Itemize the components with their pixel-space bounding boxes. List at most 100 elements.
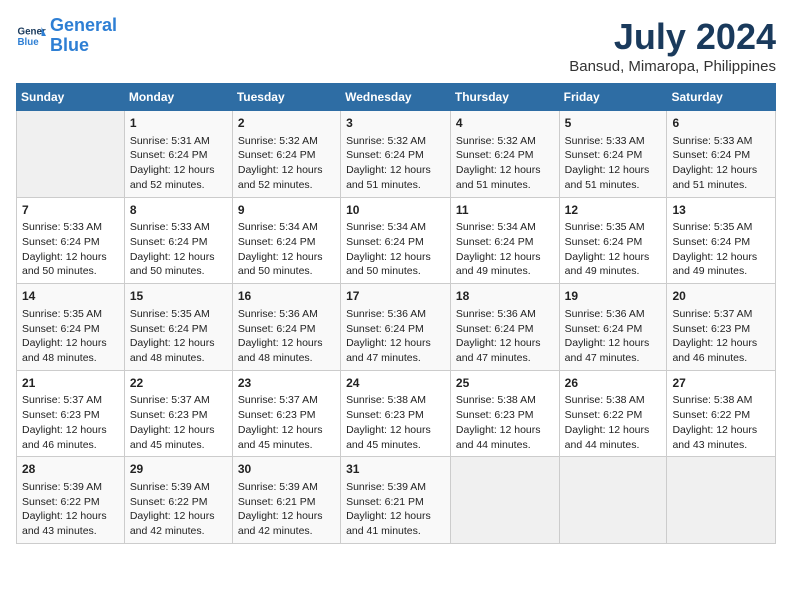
calendar-cell: 5 Sunrise: 5:33 AM Sunset: 6:24 PM Daylig…: [559, 111, 667, 198]
page-header: General Blue General Blue July 2024 Bans…: [16, 16, 776, 75]
day-info: Sunrise: 5:39 AM Sunset: 6:21 PM Dayligh…: [238, 480, 335, 539]
day-number: 31: [346, 461, 445, 478]
day-number: 15: [130, 288, 227, 305]
day-number: 21: [22, 375, 119, 392]
day-number: 29: [130, 461, 227, 478]
day-number: 10: [346, 202, 445, 219]
day-info: Sunrise: 5:37 AM Sunset: 6:23 PM Dayligh…: [238, 393, 335, 452]
day-info: Sunrise: 5:37 AM Sunset: 6:23 PM Dayligh…: [672, 307, 770, 366]
day-info: Sunrise: 5:39 AM Sunset: 6:21 PM Dayligh…: [346, 480, 445, 539]
calendar-week-4: 21Sunrise: 5:37 AM Sunset: 6:23 PM Dayli…: [17, 370, 776, 457]
day-number: 26: [565, 375, 662, 392]
day-info: Sunrise: 5:34 AM Sunset: 6:24 PM Dayligh…: [346, 220, 445, 279]
day-info: Sunrise: 5:36 AM Sunset: 6:24 PM Dayligh…: [346, 307, 445, 366]
day-number: 6: [672, 115, 770, 132]
calendar-cell: [559, 457, 667, 544]
day-number: 1: [130, 115, 227, 132]
day-info: Sunrise: 5:32 AM Sunset: 6:24 PM Dayligh…: [456, 134, 554, 193]
day-number: 22: [130, 375, 227, 392]
day-header-saturday: Saturday: [667, 84, 776, 111]
calendar-week-5: 28 Sunrise: 5:39 AM Sunset: 6:22 PM Dayli…: [17, 457, 776, 544]
day-info: Sunrise: 5:33 AM Sunset: 6:24 PM Dayligh…: [672, 134, 770, 193]
day-info: Sunrise: 5:34 AM Sunset: 6:24 PM Dayligh…: [456, 220, 554, 279]
calendar-week-3: 14 Sunrise: 5:35 AM Sunset: 6:24 PM Dayli…: [17, 284, 776, 371]
day-info: Sunrise: 5:35 AM Sunset: 6:24 PM Dayligh…: [565, 220, 662, 279]
day-number: 17: [346, 288, 445, 305]
calendar-cell: 23Sunrise: 5:37 AM Sunset: 6:23 PM Dayli…: [232, 370, 340, 457]
day-info: Sunrise: 5:35 AM Sunset: 6:24 PM Dayligh…: [672, 220, 770, 279]
logo-line1: General: [50, 15, 117, 35]
day-header-wednesday: Wednesday: [341, 84, 451, 111]
day-number: 2: [238, 115, 335, 132]
day-number: 25: [456, 375, 554, 392]
day-number: 3: [346, 115, 445, 132]
day-info: Sunrise: 5:36 AM Sunset: 6:24 PM Dayligh…: [238, 307, 335, 366]
calendar-cell: 18Sunrise: 5:36 AM Sunset: 6:24 PM Dayli…: [450, 284, 559, 371]
day-info: Sunrise: 5:38 AM Sunset: 6:23 PM Dayligh…: [346, 393, 445, 452]
calendar-cell: 7Sunrise: 5:33 AM Sunset: 6:24 PM Daylig…: [17, 197, 125, 284]
day-number: 5: [565, 115, 662, 132]
calendar-cell: 29Sunrise: 5:39 AM Sunset: 6:22 PM Dayli…: [124, 457, 232, 544]
month-title: July 2024: [569, 16, 776, 58]
calendar-cell: 30 Sunrise: 5:39 AM Sunset: 6:21 PM Dayli…: [232, 457, 340, 544]
day-number: 14: [22, 288, 119, 305]
day-number: 19: [565, 288, 662, 305]
day-number: 11: [456, 202, 554, 219]
day-info: Sunrise: 5:38 AM Sunset: 6:22 PM Dayligh…: [672, 393, 770, 452]
calendar-cell: 13Sunrise: 5:35 AM Sunset: 6:24 PM Dayli…: [667, 197, 776, 284]
day-header-friday: Friday: [559, 84, 667, 111]
logo-line2: Blue: [50, 35, 89, 55]
calendar-cell: [667, 457, 776, 544]
calendar-cell: 15Sunrise: 5:35 AM Sunset: 6:24 PM Dayli…: [124, 284, 232, 371]
calendar-cell: 17 Sunrise: 5:36 AM Sunset: 6:24 PM Dayli…: [341, 284, 451, 371]
calendar-cell: 22Sunrise: 5:37 AM Sunset: 6:23 PM Dayli…: [124, 370, 232, 457]
calendar-cell: 4 Sunrise: 5:32 AM Sunset: 6:24 PM Daylig…: [450, 111, 559, 198]
day-number: 7: [22, 202, 119, 219]
header-row: SundayMondayTuesdayWednesdayThursdayFrid…: [17, 84, 776, 111]
calendar-cell: 6 Sunrise: 5:33 AM Sunset: 6:24 PM Daylig…: [667, 111, 776, 198]
calendar-cell: 2Sunrise: 5:32 AM Sunset: 6:24 PM Daylig…: [232, 111, 340, 198]
day-header-sunday: Sunday: [17, 84, 125, 111]
calendar-week-2: 7Sunrise: 5:33 AM Sunset: 6:24 PM Daylig…: [17, 197, 776, 284]
day-header-monday: Monday: [124, 84, 232, 111]
day-number: 30: [238, 461, 335, 478]
day-info: Sunrise: 5:37 AM Sunset: 6:23 PM Dayligh…: [130, 393, 227, 452]
calendar-week-1: 1 Sunrise: 5:31 AM Sunset: 6:24 PM Daylig…: [17, 111, 776, 198]
day-info: Sunrise: 5:36 AM Sunset: 6:24 PM Dayligh…: [565, 307, 662, 366]
day-number: 12: [565, 202, 662, 219]
logo-icon: General Blue: [16, 21, 46, 51]
day-info: Sunrise: 5:32 AM Sunset: 6:24 PM Dayligh…: [346, 134, 445, 193]
day-info: Sunrise: 5:37 AM Sunset: 6:23 PM Dayligh…: [22, 393, 119, 452]
calendar-cell: 25Sunrise: 5:38 AM Sunset: 6:23 PM Dayli…: [450, 370, 559, 457]
calendar-cell: 28 Sunrise: 5:39 AM Sunset: 6:22 PM Dayli…: [17, 457, 125, 544]
day-info: Sunrise: 5:38 AM Sunset: 6:23 PM Dayligh…: [456, 393, 554, 452]
calendar-cell: 8Sunrise: 5:33 AM Sunset: 6:24 PM Daylig…: [124, 197, 232, 284]
calendar-cell: 9Sunrise: 5:34 AM Sunset: 6:24 PM Daylig…: [232, 197, 340, 284]
calendar-cell: 10Sunrise: 5:34 AM Sunset: 6:24 PM Dayli…: [341, 197, 451, 284]
day-header-thursday: Thursday: [450, 84, 559, 111]
day-number: 28: [22, 461, 119, 478]
day-info: Sunrise: 5:33 AM Sunset: 6:24 PM Dayligh…: [565, 134, 662, 193]
day-info: Sunrise: 5:35 AM Sunset: 6:24 PM Dayligh…: [22, 307, 119, 366]
calendar-cell: 19 Sunrise: 5:36 AM Sunset: 6:24 PM Dayli…: [559, 284, 667, 371]
day-header-tuesday: Tuesday: [232, 84, 340, 111]
calendar-cell: 31 Sunrise: 5:39 AM Sunset: 6:21 PM Dayli…: [341, 457, 451, 544]
calendar-cell: 1 Sunrise: 5:31 AM Sunset: 6:24 PM Daylig…: [124, 111, 232, 198]
day-number: 13: [672, 202, 770, 219]
logo: General Blue General Blue: [16, 16, 117, 56]
calendar-cell: 26Sunrise: 5:38 AM Sunset: 6:22 PM Dayli…: [559, 370, 667, 457]
day-number: 27: [672, 375, 770, 392]
day-number: 18: [456, 288, 554, 305]
day-number: 4: [456, 115, 554, 132]
day-info: Sunrise: 5:33 AM Sunset: 6:24 PM Dayligh…: [130, 220, 227, 279]
calendar-cell: 21Sunrise: 5:37 AM Sunset: 6:23 PM Dayli…: [17, 370, 125, 457]
calendar-cell: 16Sunrise: 5:36 AM Sunset: 6:24 PM Dayli…: [232, 284, 340, 371]
calendar-cell: 24Sunrise: 5:38 AM Sunset: 6:23 PM Dayli…: [341, 370, 451, 457]
day-info: Sunrise: 5:33 AM Sunset: 6:24 PM Dayligh…: [22, 220, 119, 279]
calendar-cell: 20Sunrise: 5:37 AM Sunset: 6:23 PM Dayli…: [667, 284, 776, 371]
day-number: 8: [130, 202, 227, 219]
day-info: Sunrise: 5:38 AM Sunset: 6:22 PM Dayligh…: [565, 393, 662, 452]
day-info: Sunrise: 5:31 AM Sunset: 6:24 PM Dayligh…: [130, 134, 227, 193]
day-number: 24: [346, 375, 445, 392]
day-info: Sunrise: 5:39 AM Sunset: 6:22 PM Dayligh…: [22, 480, 119, 539]
